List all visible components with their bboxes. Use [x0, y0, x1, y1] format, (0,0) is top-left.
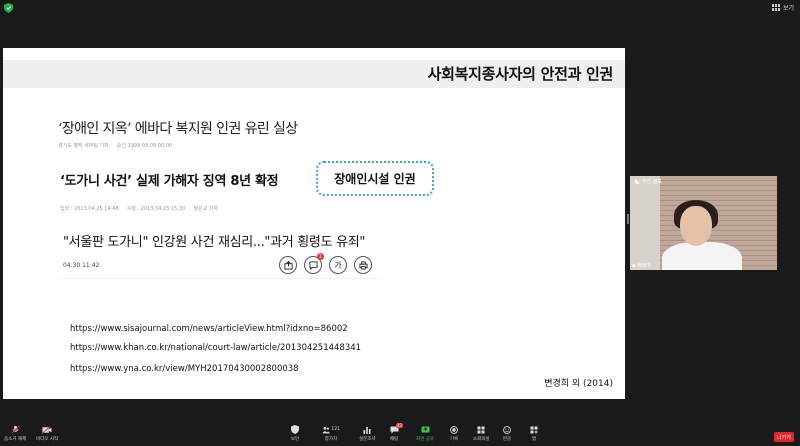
poll-button[interactable]: 설문조사	[359, 425, 376, 442]
meeting-toolbar: 음소거 해제 비디오 시작 보안 121 참가자 설문조사 43 채팅 화면 공…	[0, 423, 800, 446]
video-person-body	[662, 242, 742, 270]
view-label: 보기	[782, 5, 794, 12]
record-icon	[449, 425, 459, 434]
comment-icon: 1	[304, 253, 324, 274]
shared-slide: 사회복지종사자의 안전과 인권 ‘장애인 지옥’ 에바다 복지원 인권 유린 실…	[3, 48, 625, 399]
share-screen-label: 화면 공유	[416, 437, 434, 442]
chat-badge: 43	[396, 423, 404, 428]
video-wall	[630, 176, 660, 270]
apps-label: 앱	[531, 437, 537, 442]
start-video-label: 비디오 시작	[36, 437, 59, 442]
grid-icon	[771, 4, 780, 11]
shield-icon[interactable]	[4, 3, 13, 13]
article-divider	[61, 278, 379, 279]
view-button[interactable]: 보기	[771, 3, 794, 12]
chat-icon: 43	[389, 423, 404, 434]
article-meta-3: 04.30 11:42	[63, 262, 100, 269]
video-person-face	[680, 206, 712, 246]
article-tools: 1 가	[279, 253, 372, 274]
poll-label: 설문조사	[359, 437, 376, 442]
slide-title-band: 사회복지종사자의 안전과 인권	[3, 60, 625, 88]
chat-label: 채팅	[389, 437, 399, 442]
record-button[interactable]: 기록	[449, 425, 459, 442]
participant-name-text: 배정미	[636, 263, 651, 269]
mic-off-icon: ▪	[632, 263, 636, 269]
article-meta-reporter: 정은교 기자	[193, 206, 218, 212]
slide-title: 사회복지종사자의 안전과 인권	[427, 65, 614, 83]
presenter-tag: 주진 발표	[634, 178, 662, 185]
article-meta-input: 입력 : 2013.04.25 14:48	[60, 206, 119, 212]
source-url-2: https://www.khan.co.kr/national/court-la…	[70, 343, 362, 353]
video-off-icon	[42, 425, 52, 434]
comment-count-badge: 1	[317, 253, 324, 260]
participants-icon: 121	[322, 425, 340, 434]
article-meta-1: 경기도 평택 세부팀 기자 승인 1999.09.09 00:00	[58, 142, 172, 149]
callout-box: 장애인시설 인권	[316, 161, 434, 196]
chat-button[interactable]: 43 채팅	[389, 423, 404, 442]
leave-button[interactable]: 나가기	[774, 432, 794, 442]
unmute-label: 음소거 해제	[4, 437, 27, 442]
participants-button[interactable]: 121 참가자	[322, 425, 340, 442]
source-credit: 변경희 외 (2014)	[544, 379, 613, 389]
unmute-button[interactable]: 음소거 해제	[4, 425, 26, 442]
apps-button[interactable]: 앱	[529, 425, 539, 442]
breakout-rooms-icon	[476, 425, 486, 434]
source-url-3: https://www.yna.co.kr/view/MYH2017043000…	[70, 364, 299, 374]
share-screen-button[interactable]: 화면 공유	[416, 425, 434, 442]
share-icon	[279, 256, 297, 274]
record-label: 기록	[449, 437, 459, 442]
participants-label: 참가자	[324, 437, 338, 442]
breakout-rooms-label: 소회의실	[473, 437, 490, 442]
participant-video[interactable]: ▪ 배정미	[630, 176, 777, 270]
mic-muted-icon	[10, 425, 20, 434]
print-icon	[354, 256, 372, 274]
zoom-meeting-window: 보기 사회복지종사자의 안전과 인권 ‘장애인 지옥’ 에바다 복지원 인권 유…	[0, 0, 800, 446]
share-screen-icon	[420, 425, 430, 434]
article-meta-modified: 수정 : 2013.04.25 15:30	[126, 206, 186, 212]
panel-resize-handle[interactable]	[627, 214, 629, 224]
security-shield-icon	[290, 425, 300, 434]
start-video-button[interactable]: 비디오 시작	[36, 425, 58, 442]
article-meta-2: 입력 : 2013.04.25 14:48 수정 : 2013.04.25 15…	[60, 205, 218, 212]
apps-icon	[529, 425, 539, 434]
article-headline-1: ‘장애인 지옥’ 에바다 복지원 인권 유린 실상	[58, 121, 298, 137]
poll-chart-icon	[362, 425, 372, 434]
reactions-button[interactable]: 반응	[502, 425, 512, 442]
pin-icon	[634, 178, 640, 185]
article-headline-3: "서울판 도가니" 인강원 사건 재심리..."과거 횡령도 유죄"	[63, 235, 366, 250]
source-url-1: https://www.sisajournal.com/news/article…	[70, 324, 348, 334]
reactions-label: 반응	[502, 437, 512, 442]
article-meta-date: 승인 1999.09.09 00:00	[116, 143, 173, 149]
article-meta-author: 경기도 평택 세부팀 기자	[58, 143, 109, 149]
font-size-icon: 가	[329, 256, 347, 274]
presenter-label: 주진 발표	[642, 179, 662, 185]
participant-name: ▪ 배정미	[632, 262, 651, 269]
participants-count: 121	[331, 427, 340, 432]
top-bar: 보기	[0, 0, 800, 16]
security-label: 보안	[290, 437, 300, 442]
security-button[interactable]: 보안	[290, 425, 300, 442]
smiley-icon	[502, 425, 512, 434]
breakout-rooms-button[interactable]: 소회의실	[473, 425, 490, 442]
article-headline-2: ‘도가니 사건’ 실제 가해자 징역 8년 확정	[60, 174, 279, 189]
font-size-label: 가	[334, 260, 342, 270]
